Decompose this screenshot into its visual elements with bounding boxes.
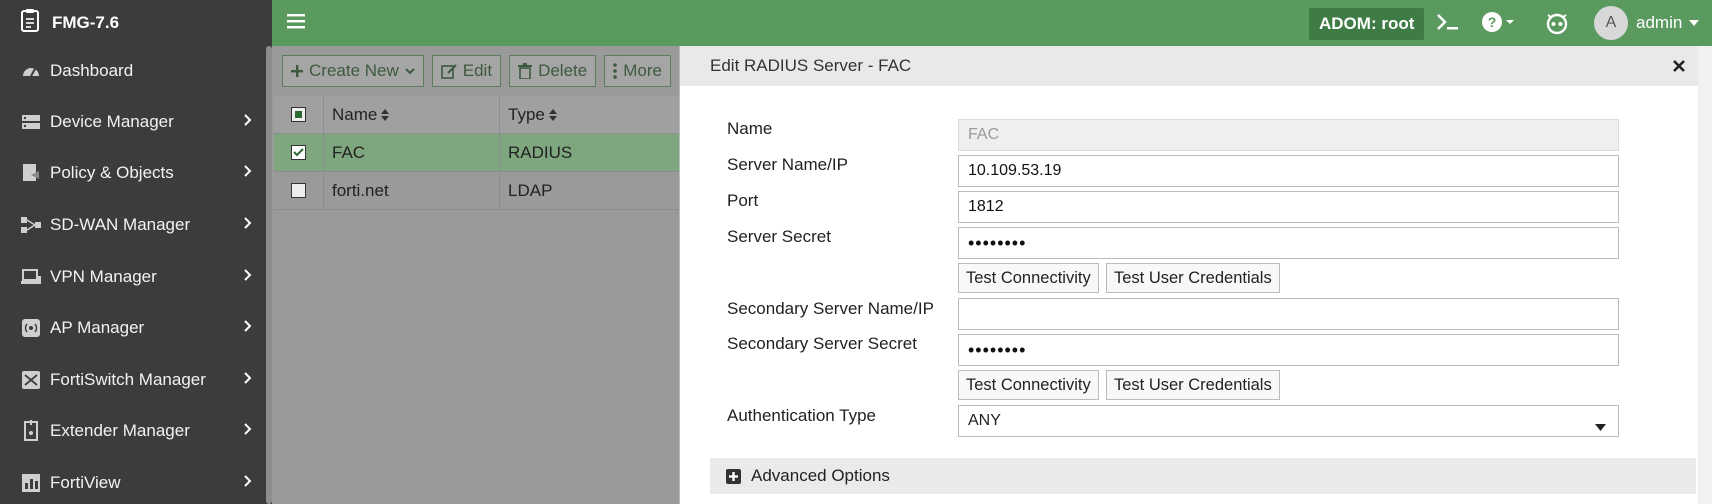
sidebar-item-label: FortiView — [50, 472, 121, 492]
more-vertical-icon — [613, 63, 618, 79]
sidebar-item-label: FortiSwitch Manager — [50, 369, 206, 389]
advanced-options-label: Advanced Options — [751, 466, 890, 485]
port-label: Port — [727, 191, 759, 210]
row-checkbox[interactable] — [291, 183, 306, 198]
chevron-down-icon[interactable] — [1689, 20, 1699, 26]
fortiview-icon — [20, 472, 42, 494]
chevron-right-icon — [244, 113, 252, 131]
secondary-test-connectivity-button[interactable]: Test Connectivity — [958, 370, 1099, 400]
more-button[interactable]: More — [604, 55, 671, 87]
create-new-label: Create New — [309, 61, 399, 80]
secondary-server-label: Secondary Server Name/IP — [727, 299, 934, 318]
dialog-header: Edit RADIUS Server - FAC — [680, 46, 1712, 86]
test-connectivity-button[interactable]: Test Connectivity — [958, 263, 1099, 293]
sidebar-item-policy-objects[interactable]: Policy & Objects — [0, 148, 272, 200]
server-label: Server Name/IP — [727, 155, 848, 174]
clipboard-icon — [20, 8, 40, 37]
server-ip-field[interactable] — [958, 155, 1619, 187]
expand-plus-icon — [726, 468, 741, 484]
edit-radius-dialog: Edit RADIUS Server - FAC Name Server Nam… — [679, 46, 1712, 504]
chevron-right-icon — [244, 474, 252, 492]
sidebar-item-label: Dashboard — [50, 60, 134, 80]
svg-text:?: ? — [1488, 14, 1497, 30]
chevron-right-icon — [244, 268, 252, 286]
chevron-right-icon — [244, 371, 252, 389]
more-label: More — [623, 61, 662, 80]
app-title: FMG-7.6 — [52, 12, 120, 32]
table-cell-name: FAC — [324, 134, 500, 171]
edit-icon — [440, 63, 457, 79]
select-all-checkbox[interactable] — [291, 107, 306, 122]
sidebar-item-fortiview[interactable]: FortiView — [0, 457, 272, 504]
sort-icon — [548, 108, 557, 121]
port-field[interactable] — [958, 191, 1619, 223]
sidebar-item-label: VPN Manager — [50, 266, 157, 286]
sidebar-item-device-manager[interactable]: Device Manager — [0, 96, 272, 148]
hamburger-menu-icon[interactable] — [287, 13, 305, 34]
close-icon[interactable] — [1672, 58, 1686, 78]
auth-type-label: Authentication Type — [727, 406, 877, 425]
cli-console-icon[interactable] — [1436, 11, 1460, 33]
test-user-credentials-button[interactable]: Test User Credentials — [1106, 263, 1280, 293]
secondary-secret-label: Secondary Server Secret — [727, 334, 917, 353]
avatar[interactable]: A — [1594, 6, 1628, 40]
secondary-secret-field[interactable] — [958, 334, 1619, 366]
dashboard-icon — [20, 60, 42, 82]
sidebar-header: FMG-7.6 — [0, 0, 272, 45]
auth-type-select[interactable]: ANY — [958, 405, 1619, 437]
dialog-title: Edit RADIUS Server - FAC — [710, 56, 912, 75]
sidebar-item-label: SD-WAN Manager — [50, 214, 191, 234]
sidebar-item-label: Device Manager — [50, 111, 174, 131]
secondary-server-ip-field[interactable] — [958, 298, 1619, 330]
delete-label: Delete — [538, 61, 588, 80]
sidebar-item-label: Policy & Objects — [50, 163, 174, 183]
edit-label: Edit — [462, 61, 493, 80]
ap-icon — [20, 317, 42, 339]
create-new-button[interactable]: Create New — [282, 55, 424, 87]
name-field — [958, 119, 1619, 151]
column-header-name[interactable]: Name — [324, 96, 500, 133]
delete-button[interactable]: Delete — [509, 55, 597, 87]
trash-icon — [518, 63, 533, 79]
sidebar-item-dashboard[interactable]: Dashboard — [0, 45, 272, 96]
vpn-icon — [20, 266, 42, 288]
caret-down-icon — [1595, 418, 1606, 436]
advanced-options-toggle[interactable]: Advanced Options — [710, 458, 1696, 494]
sidebar-item-ap-manager[interactable]: AP Manager — [0, 302, 272, 354]
toolbar: Create New Edit Delete More — [282, 55, 671, 87]
sidebar-item-extender-manager[interactable]: Extender Manager — [0, 406, 272, 458]
row-checkbox[interactable] — [291, 145, 306, 160]
chevron-right-icon — [244, 216, 252, 234]
chevron-down-icon — [405, 67, 415, 75]
secondary-test-user-credentials-button[interactable]: Test User Credentials — [1106, 370, 1280, 400]
device-manager-icon — [20, 111, 42, 133]
server-secret-field[interactable] — [958, 227, 1619, 259]
robot-assistant-icon[interactable] — [1544, 11, 1570, 35]
policy-objects-icon — [20, 162, 42, 184]
table-cell-name: forti.net — [324, 172, 500, 209]
sidebar: FMG-7.6 Dashboard Device Manager Policy … — [0, 0, 272, 504]
extender-icon — [20, 420, 42, 442]
sidebar-item-fortiswitch-manager[interactable]: FortiSwitch Manager — [0, 354, 272, 406]
sidebar-item-sdwan-manager[interactable]: SD-WAN Manager — [0, 199, 272, 251]
sidebar-item-label: Extender Manager — [50, 421, 190, 441]
sidebar-item-label: AP Manager — [50, 318, 145, 338]
fortiswitch-icon — [20, 369, 42, 391]
sort-icon — [381, 108, 390, 121]
sidebar-item-vpn-manager[interactable]: VPN Manager — [0, 251, 272, 303]
chevron-right-icon — [244, 319, 252, 337]
server-secret-label: Server Secret — [727, 227, 831, 246]
plus-icon — [291, 65, 303, 77]
dialog-scrollbar[interactable] — [1698, 46, 1712, 504]
chevron-right-icon — [244, 422, 252, 440]
top-bar: ADOM: root ? A admin — [272, 0, 1712, 46]
edit-button[interactable]: Edit — [431, 55, 502, 87]
name-label: Name — [727, 119, 773, 138]
user-name[interactable]: admin — [1636, 13, 1682, 33]
sdwan-icon — [20, 214, 42, 236]
help-icon[interactable]: ? — [1481, 11, 1517, 33]
auth-type-value: ANY — [968, 412, 1001, 429]
adom-selector[interactable]: ADOM: root — [1309, 8, 1425, 40]
chevron-right-icon — [244, 164, 252, 182]
